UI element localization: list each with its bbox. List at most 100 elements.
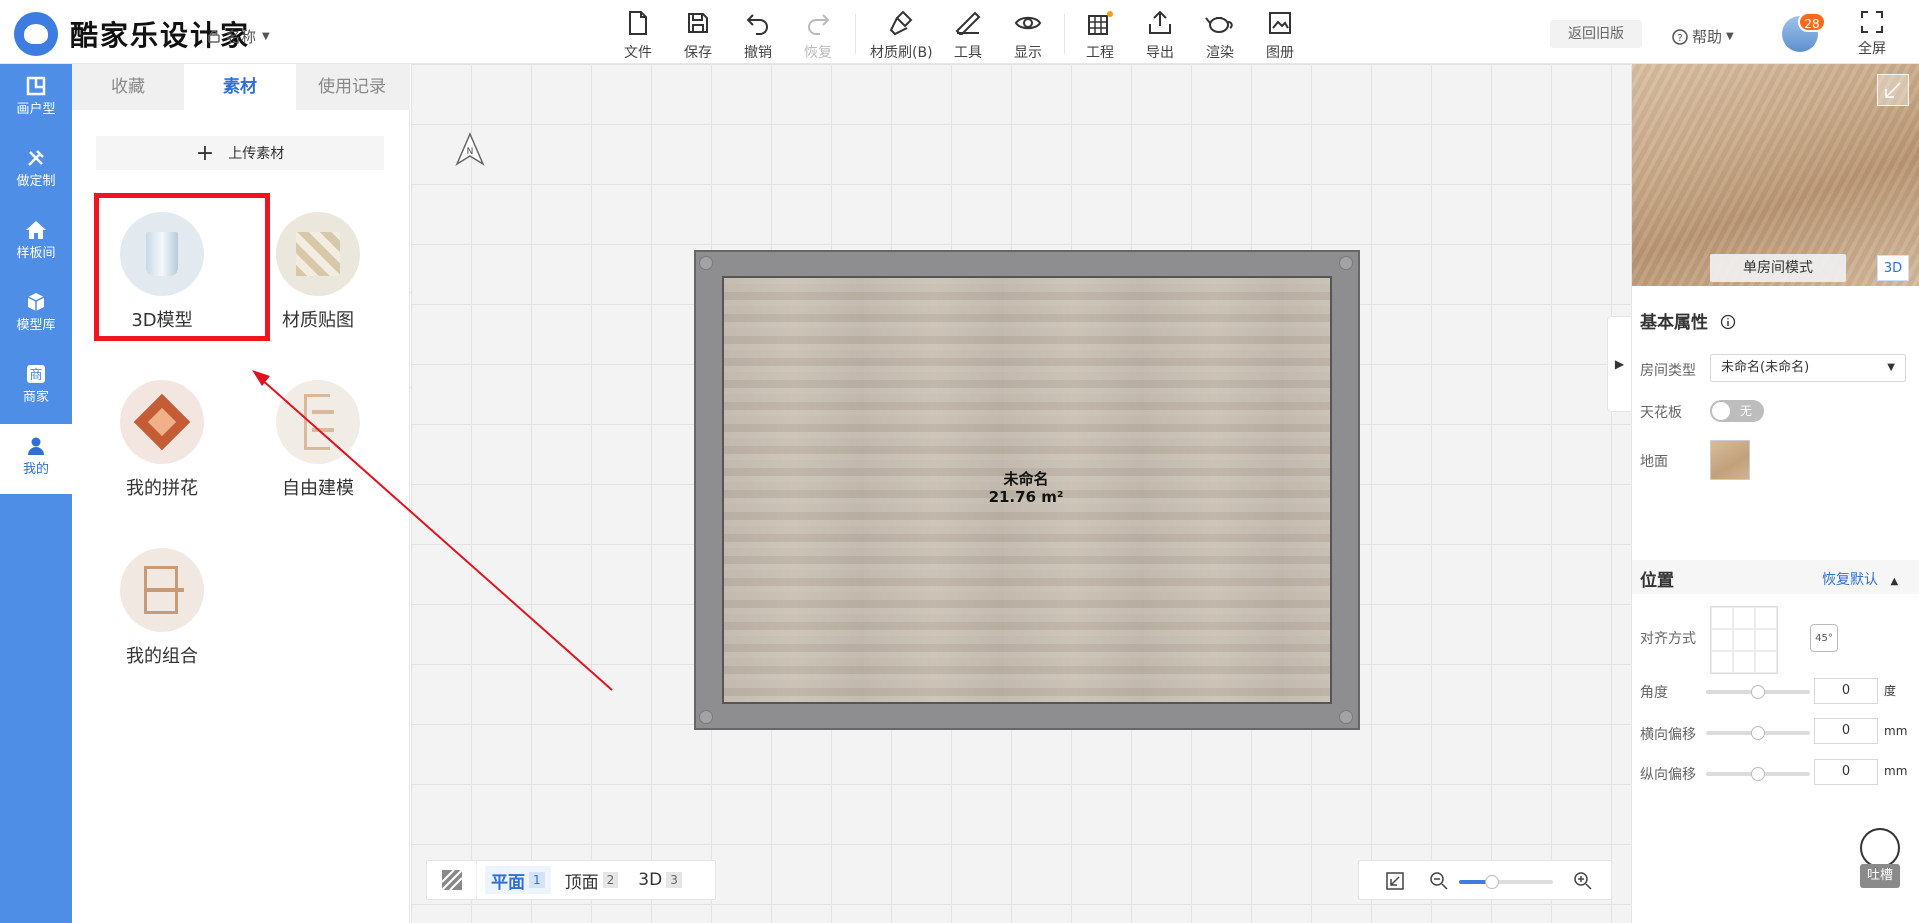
v-offset-slider[interactable]: [1706, 767, 1810, 781]
zoom-slider[interactable]: [1459, 875, 1553, 889]
single-room-mode-button[interactable]: 单房间模式: [1710, 254, 1846, 282]
lock-icon: [208, 30, 220, 43]
room-preview[interactable]: 单房间模式 3D: [1632, 64, 1919, 286]
align-cell[interactable]: [1711, 629, 1733, 651]
tab-history[interactable]: 使用记录: [296, 64, 408, 110]
redo-icon: [808, 14, 830, 35]
room-corner-handle[interactable]: [699, 710, 713, 724]
project-name-dropdown[interactable]: 名称 ▼: [208, 26, 270, 47]
h-offset-input[interactable]: 0: [1814, 718, 1878, 744]
tool-display-label: 显示: [1014, 45, 1042, 61]
room-type-select[interactable]: 未命名(未命名) ▼: [1710, 354, 1906, 382]
room-corner-handle[interactable]: [699, 256, 713, 270]
align-cell[interactable]: [1711, 607, 1733, 629]
align-cell[interactable]: [1755, 629, 1777, 651]
brush-icon: [889, 10, 913, 36]
category-my-parquet[interactable]: 我的拼花: [102, 380, 222, 500]
tool-material-brush[interactable]: 材质刷(B): [870, 8, 933, 62]
view-shortcut: 1: [529, 872, 545, 888]
tool-render[interactable]: 渲染: [1190, 8, 1250, 62]
cube-icon: [27, 293, 45, 311]
tool-undo[interactable]: 撤销: [728, 8, 788, 62]
annotation-arrow: [252, 370, 613, 691]
reset-default-link[interactable]: 恢复默认 ▲: [1822, 569, 1898, 589]
angle-slider[interactable]: [1706, 685, 1810, 699]
tool-export[interactable]: 导出: [1130, 8, 1190, 62]
tool-file[interactable]: 文件: [608, 8, 668, 62]
h-offset-slider[interactable]: [1706, 726, 1810, 740]
align-cell[interactable]: [1733, 651, 1755, 673]
rotate-45-button[interactable]: 45°: [1810, 624, 1838, 652]
nav-item-label: 样板间: [16, 246, 56, 261]
zoom-out-icon[interactable]: [1429, 871, 1449, 891]
nav-item-mine[interactable]: 我的: [0, 424, 72, 494]
preview-3d-button[interactable]: 3D: [1877, 255, 1909, 281]
notification-badge: 28: [1798, 12, 1826, 32]
tool-tools[interactable]: 工具: [938, 8, 998, 62]
angle-unit: 度: [1884, 684, 1897, 698]
angle-input[interactable]: 0: [1814, 678, 1878, 704]
tool-album[interactable]: 图册: [1250, 8, 1310, 62]
category-label: 我的组合: [126, 646, 198, 667]
floor-material-swatch[interactable]: [1710, 440, 1750, 480]
view-ceiling-button[interactable]: 顶面 2: [559, 866, 625, 894]
user-icon: [28, 437, 44, 455]
feedback-button[interactable]: 吐槽: [1858, 828, 1902, 888]
room-type-label: 房间类型: [1640, 363, 1696, 379]
expand-preview-button[interactable]: [1877, 74, 1909, 106]
tool-save[interactable]: 保存: [668, 8, 728, 62]
nav-item-floorplan[interactable]: 画户型: [0, 64, 72, 134]
align-cell[interactable]: [1755, 651, 1777, 673]
category-label: 我的拼花: [126, 478, 198, 499]
help-dropdown[interactable]: ? 帮助 ▼: [1672, 26, 1734, 47]
tool-display[interactable]: 显示: [998, 8, 1058, 62]
nav-item-label: 做定制: [16, 174, 56, 189]
nav-item-label: 模型库: [16, 318, 56, 333]
align-cell[interactable]: [1733, 607, 1755, 629]
return-old-version-button[interactable]: 返回旧版: [1550, 20, 1642, 48]
shop-icon: 商: [27, 365, 45, 383]
nav-item-merchant[interactable]: 商 商家: [0, 352, 72, 422]
room-corner-handle[interactable]: [1339, 256, 1353, 270]
tool-redo[interactable]: 恢复: [788, 8, 848, 62]
info-icon[interactable]: [1720, 314, 1736, 330]
slider-thumb[interactable]: [1751, 685, 1765, 699]
nav-item-model-library[interactable]: 模型库: [0, 280, 72, 350]
upload-material-button[interactable]: + 上传素材: [96, 136, 384, 170]
tool-project[interactable]: 工程: [1070, 8, 1130, 62]
fit-screen-icon[interactable]: [1385, 871, 1405, 891]
slider-thumb[interactable]: [1751, 726, 1765, 740]
view-label: 3D: [638, 870, 663, 890]
chevron-down-icon: ▼: [1887, 362, 1895, 373]
view-3d-button[interactable]: 3D 3: [632, 866, 688, 894]
view-plan-button[interactable]: 平面 1: [485, 866, 551, 894]
wood-texture: [1632, 64, 1919, 286]
tab-materials[interactable]: 素材: [184, 64, 296, 110]
zoom-slider-thumb[interactable]: [1484, 875, 1499, 889]
slider-thumb[interactable]: [1751, 767, 1765, 781]
category-texture[interactable]: 材质贴图: [258, 212, 378, 332]
room-corner-handle[interactable]: [1339, 710, 1353, 724]
tab-favorites[interactable]: 收藏: [72, 64, 184, 110]
angle-label: 角度: [1640, 685, 1668, 701]
align-cell[interactable]: [1755, 607, 1777, 629]
logo-icon: [14, 12, 58, 56]
zoom-in-icon[interactable]: [1573, 871, 1593, 891]
category-my-group[interactable]: 我的组合: [102, 548, 222, 668]
fullscreen-button[interactable]: 全屏: [1850, 10, 1894, 58]
room-area: 21.76 m²: [988, 488, 1064, 506]
ceiling-toggle[interactable]: 无: [1710, 400, 1764, 422]
align-cell[interactable]: [1733, 629, 1755, 651]
nav-item-custom[interactable]: 做定制: [0, 136, 72, 206]
ceiling-label: 天花板: [1640, 405, 1682, 421]
v-offset-input[interactable]: 0: [1814, 759, 1878, 785]
compass-icon: N: [455, 132, 485, 166]
align-cell[interactable]: [1711, 651, 1733, 673]
nav-item-label: 我的: [22, 462, 49, 477]
floor-hatch-button[interactable]: [427, 860, 477, 900]
mascot-icon: [1860, 828, 1900, 868]
collapse-right-panel-button[interactable]: ▶: [1607, 316, 1631, 412]
nav-item-showroom[interactable]: 样板间: [0, 208, 72, 278]
v-offset-unit: mm: [1884, 764, 1908, 778]
alignment-grid[interactable]: [1710, 606, 1778, 674]
